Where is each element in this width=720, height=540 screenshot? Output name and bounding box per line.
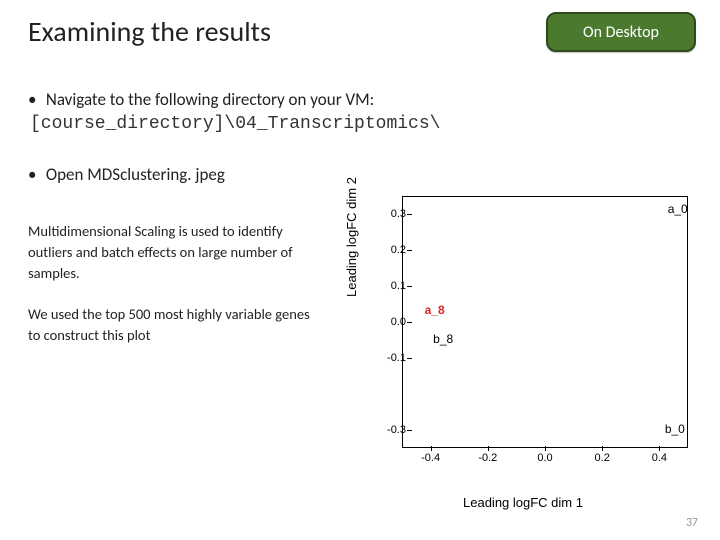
chart-point-label: a_8 bbox=[425, 303, 445, 317]
mds-description: Multidimensional Scaling is used to iden… bbox=[28, 221, 318, 284]
chart-x-tick: -0.2 bbox=[468, 452, 508, 464]
chart-point-label: a_0 bbox=[668, 202, 688, 216]
chart-plot-area bbox=[402, 196, 688, 448]
desktop-badge: On Desktop bbox=[546, 12, 696, 52]
chart-x-tick: -0.4 bbox=[411, 452, 451, 464]
chart-y-axis-label: Leading logFC dim 2 bbox=[344, 177, 359, 297]
chart-y-tick: 0.1 bbox=[366, 280, 406, 292]
mds-description-block: Multidimensional Scaling is used to iden… bbox=[28, 221, 318, 346]
chart-x-tick: 0.4 bbox=[639, 452, 679, 464]
chart-y-tick: -0.3 bbox=[366, 424, 406, 436]
chart-point-label: b_0 bbox=[665, 422, 685, 436]
page-number: 37 bbox=[686, 516, 698, 530]
bullet-navigate: • Navigate to the following directory on… bbox=[28, 89, 692, 110]
bullet-open: • Open MDSclustering. jpeg bbox=[28, 164, 692, 185]
bullet-open-text: Open MDSclustering. jpeg bbox=[46, 164, 225, 185]
desktop-badge-label: On Desktop bbox=[583, 23, 659, 42]
chart-x-axis-label: Leading logFC dim 1 bbox=[348, 495, 698, 510]
chart-y-tick: 0.0 bbox=[366, 316, 406, 328]
bullet-navigate-text: Navigate to the following directory on y… bbox=[46, 89, 374, 110]
mds-note: We used the top 500 most highly variable… bbox=[28, 304, 318, 346]
chart-y-tick: 0.2 bbox=[366, 244, 406, 256]
chart-x-tick: 0.2 bbox=[582, 452, 622, 464]
chart-y-tick: 0.3 bbox=[366, 208, 406, 220]
mds-scatter-chart: Leading logFC dim 2 -0.3-0.10.00.10.20.3… bbox=[348, 192, 698, 492]
bullet-dot-icon: • bbox=[28, 164, 42, 185]
directory-path: [course_directory]\04_Transcriptomics\ bbox=[30, 114, 692, 134]
chart-y-tick: -0.1 bbox=[366, 352, 406, 364]
chart-x-tick: 0.0 bbox=[525, 452, 565, 464]
chart-point-label: b_8 bbox=[433, 332, 453, 346]
bullet-dot-icon: • bbox=[28, 89, 42, 110]
